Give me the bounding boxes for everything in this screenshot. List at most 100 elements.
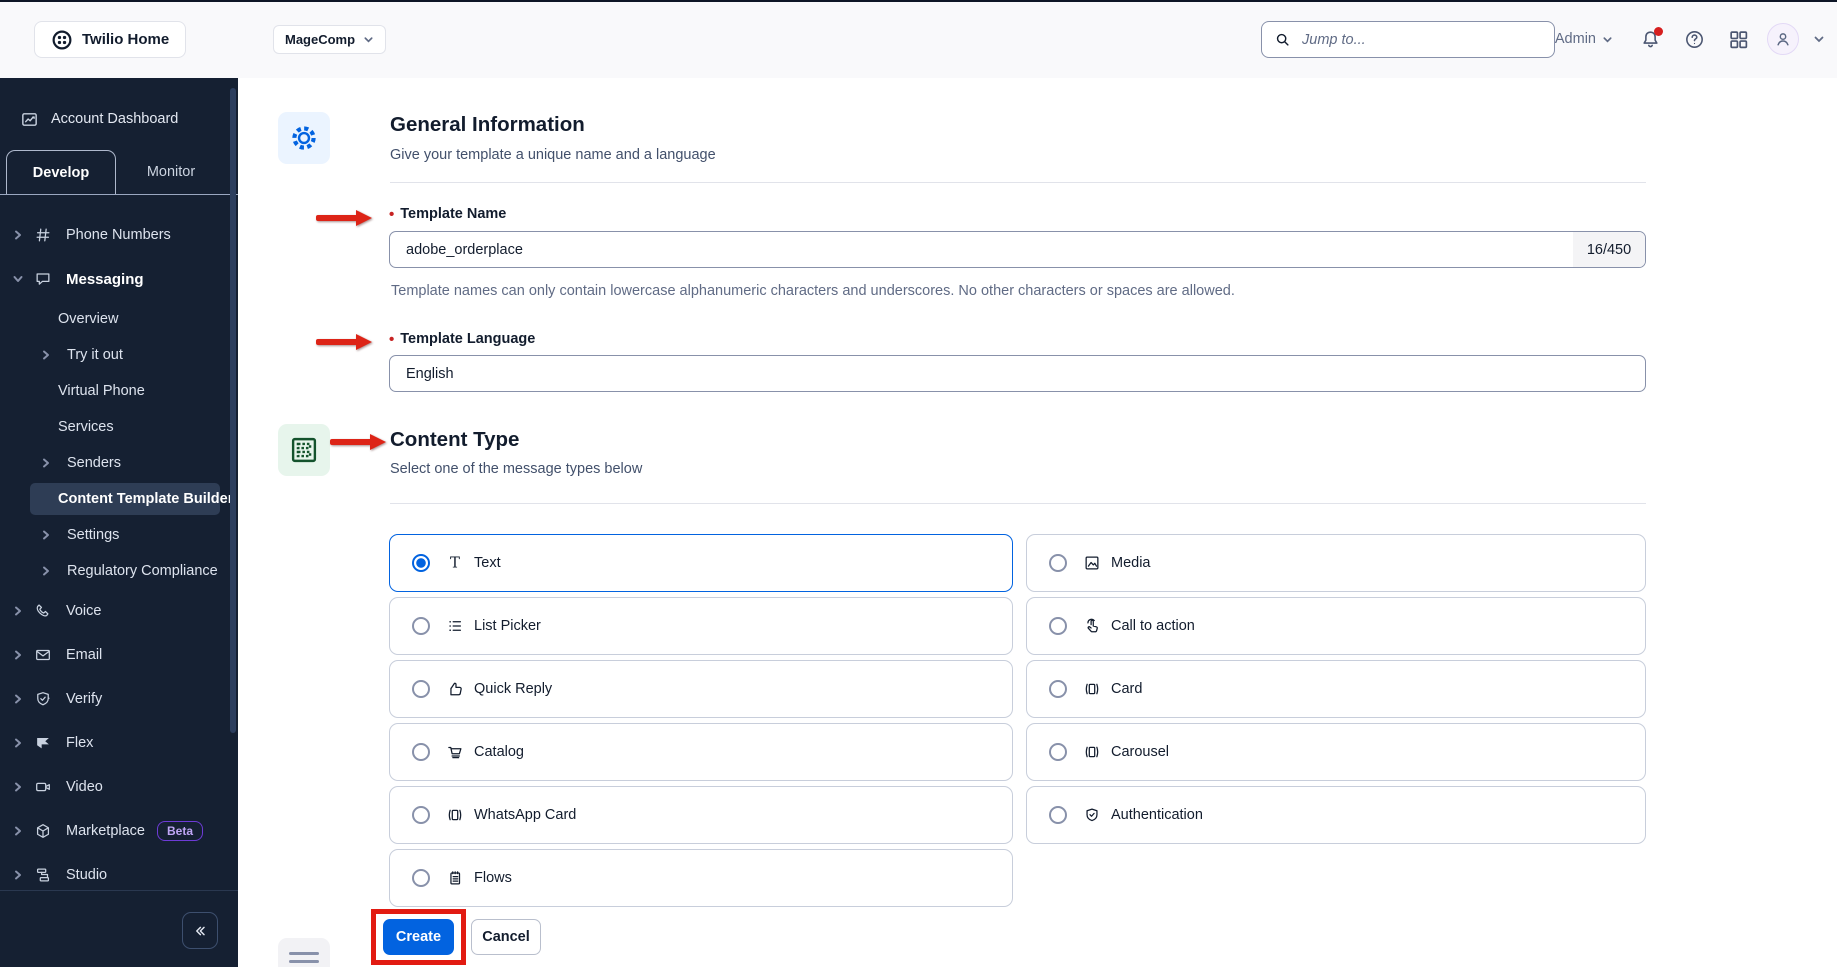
- content-type-option-authentication[interactable]: Authentication: [1026, 786, 1646, 844]
- notifications-button[interactable]: [1635, 24, 1665, 54]
- sidebar-item-senders[interactable]: Senders: [0, 445, 238, 481]
- option-label: Call to action: [1111, 618, 1195, 634]
- chevron-right-icon[interactable]: [12, 737, 32, 749]
- content-type-subtitle: Select one of the message types below: [390, 461, 643, 477]
- chevron-right-icon[interactable]: [12, 781, 32, 793]
- box-icon: [34, 822, 58, 840]
- radio-whatsapp-card[interactable]: [412, 806, 430, 824]
- sidebar-item-account-dashboard[interactable]: Account Dashboard: [0, 104, 238, 134]
- search-input[interactable]: [1302, 22, 1554, 57]
- sidebar-item-phone-numbers[interactable]: Phone Numbers: [0, 213, 238, 257]
- radio-call-to-action[interactable]: [1049, 617, 1067, 635]
- chevron-right-icon[interactable]: [40, 349, 60, 361]
- radio-text[interactable]: [412, 554, 430, 572]
- sidebar-scrollbar[interactable]: [230, 88, 236, 733]
- content-type-option-list-picker[interactable]: List Picker: [389, 597, 1013, 655]
- content-type-option-carousel[interactable]: Carousel: [1026, 723, 1646, 781]
- cancel-button[interactable]: Cancel: [471, 919, 541, 955]
- sidebar-item-label: Content Template Builder: [58, 491, 234, 507]
- sidebar-item-try-it-out[interactable]: Try it out: [0, 337, 238, 373]
- sidebar-item-label: Virtual Phone: [58, 383, 145, 399]
- jump-to-search[interactable]: [1261, 21, 1555, 58]
- chevron-right-icon[interactable]: [12, 605, 32, 617]
- studio-flow-icon: [34, 866, 58, 884]
- sidebar-item-video[interactable]: Video: [0, 765, 238, 809]
- content-type-option-catalog[interactable]: Catalog: [389, 723, 1013, 781]
- chevron-right-icon[interactable]: [12, 229, 32, 241]
- radio-media[interactable]: [1049, 554, 1067, 572]
- chevron-down-icon[interactable]: [12, 273, 32, 285]
- content-type-option-text[interactable]: T Text: [389, 534, 1013, 592]
- user-avatar-button[interactable]: [1767, 23, 1799, 55]
- account-selector[interactable]: MageComp: [273, 25, 387, 54]
- double-chevron-left-icon: [192, 923, 208, 939]
- admin-menu[interactable]: Admin: [1555, 31, 1613, 47]
- chevron-right-icon[interactable]: [40, 457, 60, 469]
- option-label: Flows: [474, 870, 512, 886]
- option-label: Card: [1111, 681, 1143, 697]
- text-icon: T: [443, 554, 467, 572]
- sidebar-item-virtual-phone[interactable]: Virtual Phone: [0, 373, 238, 409]
- chevron-right-icon[interactable]: [12, 869, 32, 881]
- card-icon: [1080, 680, 1104, 698]
- tab-monitor[interactable]: Monitor: [116, 150, 226, 194]
- radio-carousel[interactable]: [1049, 743, 1067, 761]
- template-name-helper: Template names can only contain lowercas…: [391, 283, 1235, 299]
- option-label: Text: [474, 555, 501, 571]
- sidebar-item-marketplace[interactable]: Marketplace Beta: [0, 809, 238, 853]
- content-type-title: Content Type: [390, 428, 520, 451]
- flex-logo-icon: [34, 734, 58, 752]
- content-type-option-card[interactable]: Card: [1026, 660, 1646, 718]
- radio-card[interactable]: [1049, 680, 1067, 698]
- content-type-option-flows[interactable]: Flows: [389, 849, 1013, 907]
- sidebar-item-overview[interactable]: Overview: [0, 301, 238, 337]
- sidebar-item-label: Voice: [66, 603, 102, 619]
- collapse-sidebar-button[interactable]: [182, 912, 218, 949]
- template-language-input-wrap: [389, 355, 1646, 392]
- sidebar-item-settings[interactable]: Settings: [0, 517, 238, 553]
- apps-grid-button[interactable]: [1723, 24, 1753, 54]
- radio-authentication[interactable]: [1049, 806, 1067, 824]
- notification-dot: [1654, 27, 1663, 36]
- sidebar-item-verify[interactable]: Verify: [0, 677, 238, 721]
- sidebar-item-flex[interactable]: Flex: [0, 721, 238, 765]
- radio-flows[interactable]: [412, 869, 430, 887]
- sidebar-item-regulatory-compliance[interactable]: Regulatory Compliance: [0, 553, 238, 589]
- user-menu-chevron[interactable]: [1813, 33, 1825, 45]
- person-icon: [1774, 30, 1792, 48]
- content-type-option-media[interactable]: Media: [1026, 534, 1646, 592]
- screen-top-edge: [0, 0, 1837, 2]
- chevron-right-icon[interactable]: [40, 529, 60, 541]
- content-type-option-whatsapp-card[interactable]: WhatsApp Card: [389, 786, 1013, 844]
- template-language-input[interactable]: [390, 356, 1645, 391]
- content-type-option-quick-reply[interactable]: Quick Reply: [389, 660, 1013, 718]
- template-name-input[interactable]: [390, 232, 1573, 267]
- sidebar-item-voice[interactable]: Voice: [0, 589, 238, 633]
- sidebar-footer-divider: [0, 890, 238, 891]
- svg-text:T: T: [450, 554, 460, 572]
- chevron-down-icon: [1602, 34, 1613, 45]
- create-button[interactable]: Create: [383, 919, 454, 955]
- email-icon: [34, 646, 58, 664]
- chevron-right-icon[interactable]: [12, 649, 32, 661]
- section-divider: [390, 182, 1646, 183]
- chevron-right-icon[interactable]: [12, 825, 32, 837]
- annotation-arrow-template-language: [316, 334, 372, 350]
- tab-develop[interactable]: Develop: [6, 150, 116, 194]
- chevron-right-icon[interactable]: [12, 693, 32, 705]
- sidebar-item-services[interactable]: Services: [0, 409, 238, 445]
- sidebar-item-content-template-builder[interactable]: Content Template Builder: [0, 481, 238, 517]
- radio-catalog[interactable]: [412, 743, 430, 761]
- chevron-right-icon[interactable]: [40, 565, 60, 577]
- help-button[interactable]: [1679, 24, 1709, 54]
- content-type-option-call-to-action[interactable]: Call to action: [1026, 597, 1646, 655]
- twilio-home-button[interactable]: Twilio Home: [34, 21, 187, 58]
- general-information-section-icon: [278, 112, 330, 164]
- radio-quick-reply[interactable]: [412, 680, 430, 698]
- brand-label: Twilio Home: [82, 31, 170, 48]
- sidebar-item-messaging[interactable]: Messaging: [0, 257, 238, 301]
- radio-list-picker[interactable]: [412, 617, 430, 635]
- phone-icon: [34, 602, 58, 620]
- required-marker: •: [389, 205, 395, 223]
- sidebar-item-email[interactable]: Email: [0, 633, 238, 677]
